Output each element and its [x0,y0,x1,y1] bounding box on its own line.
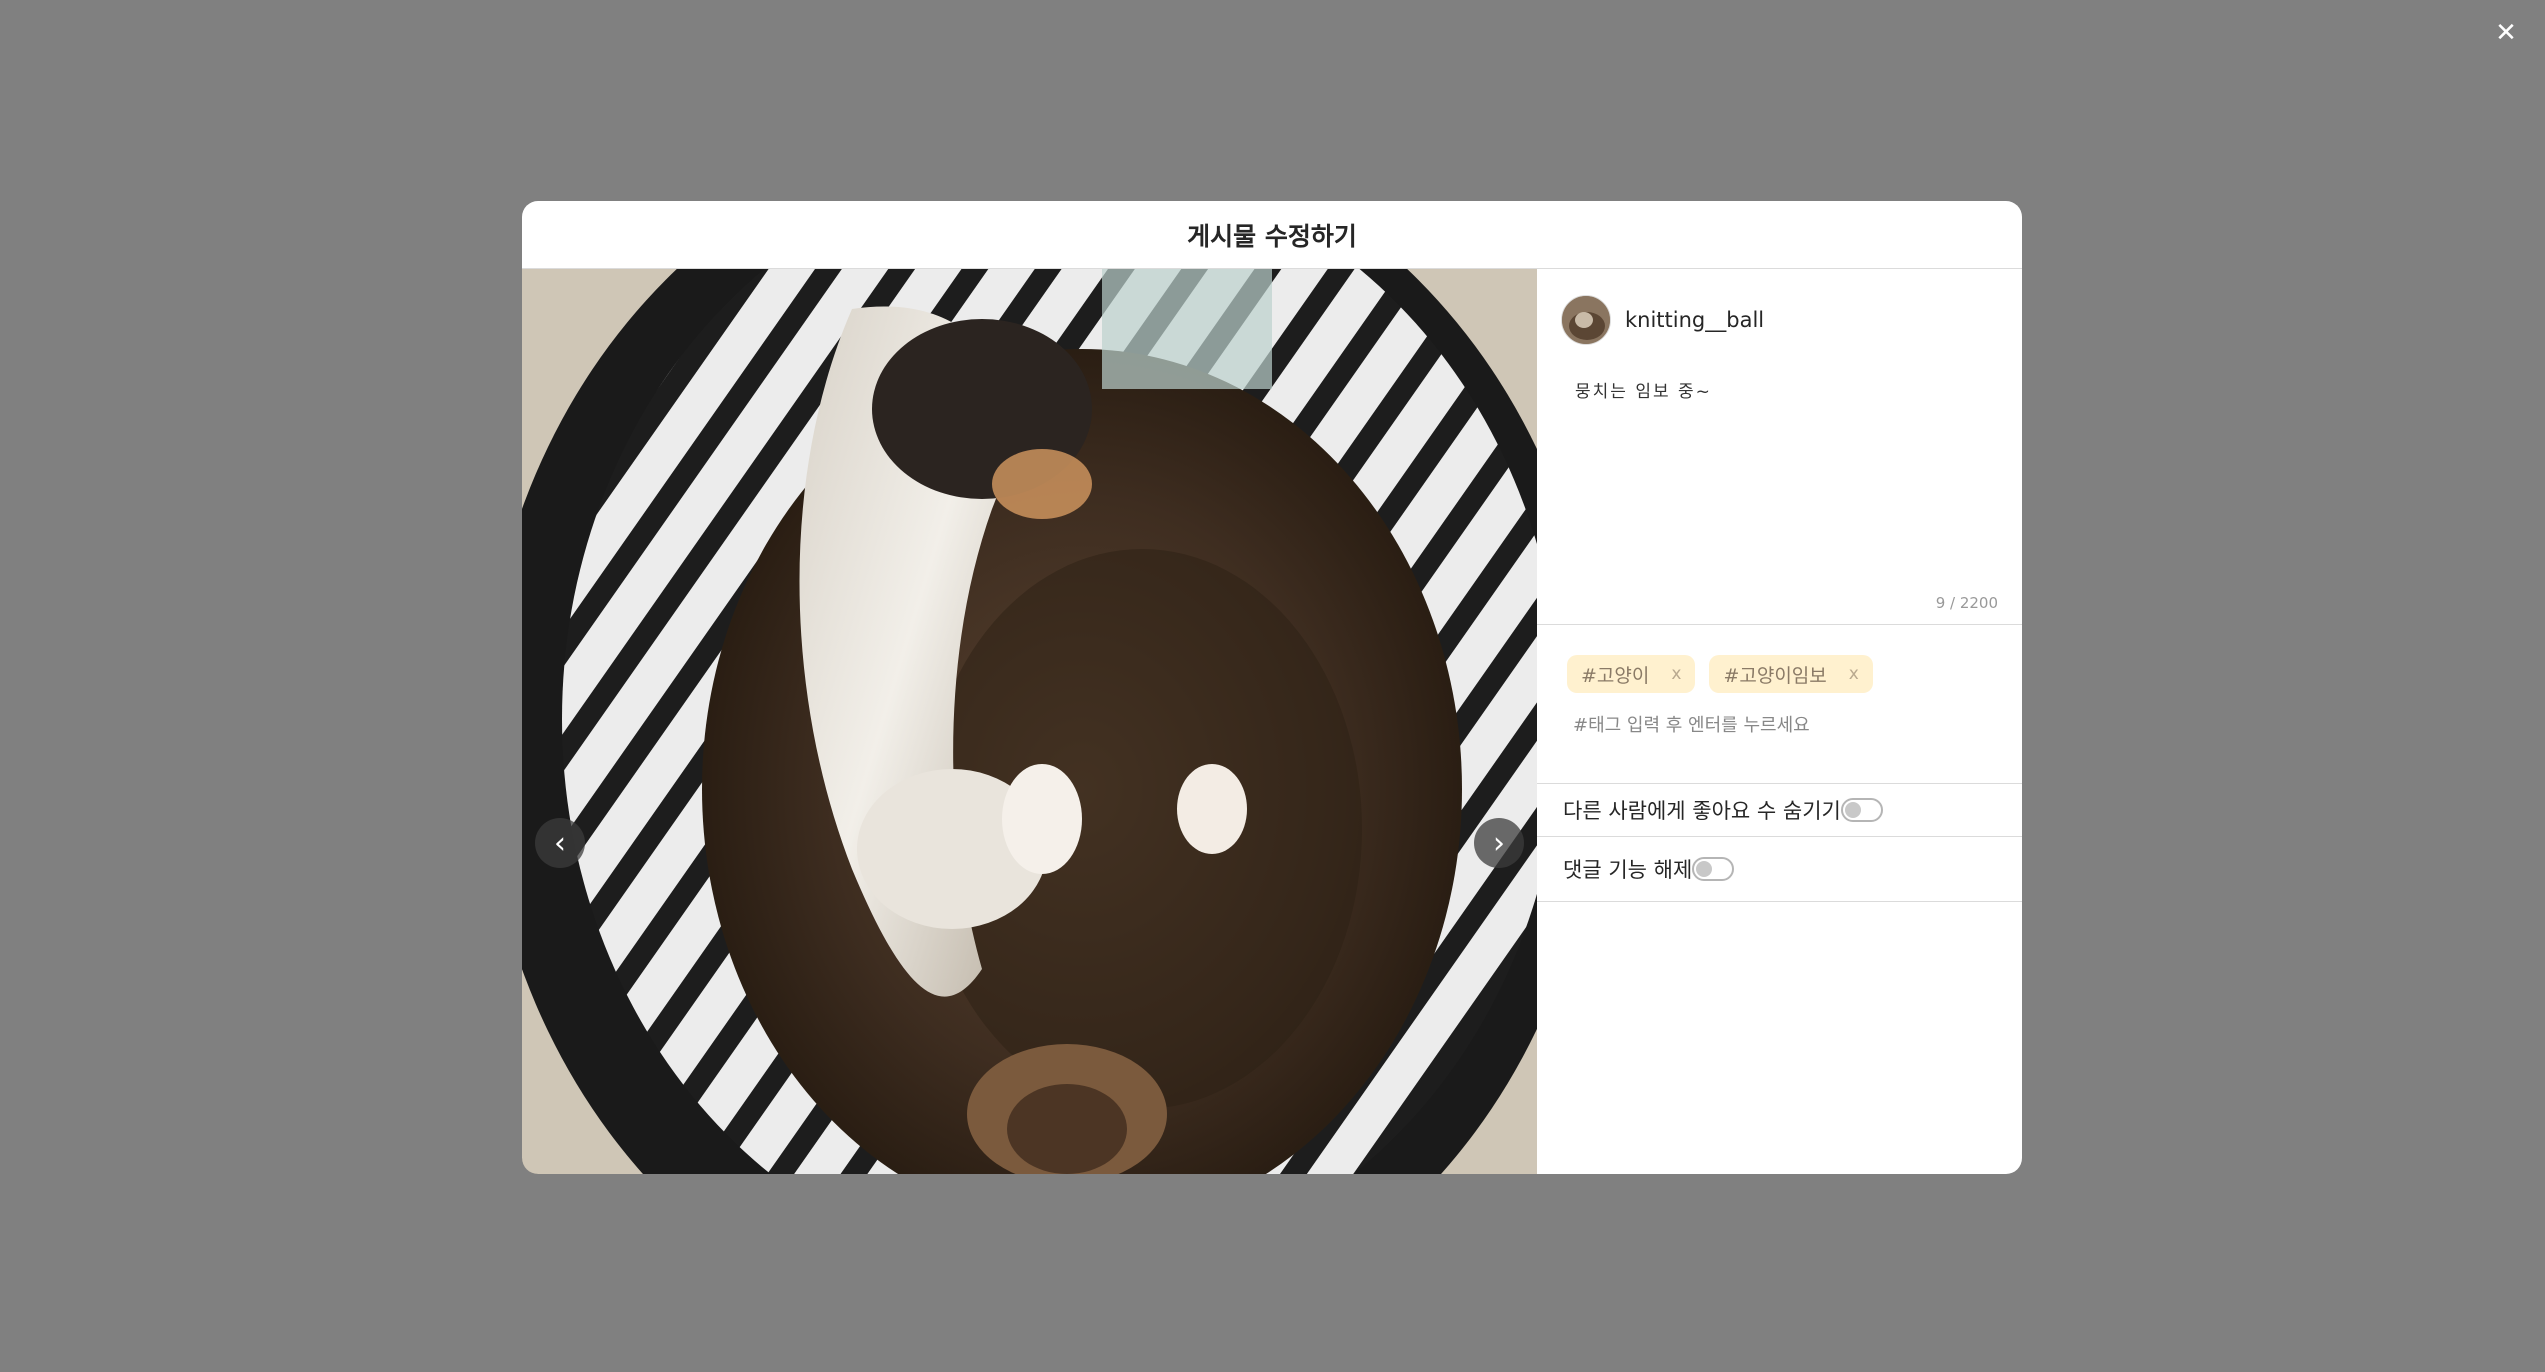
avatar [1561,295,1611,345]
caption-char-count: 9 / 2200 [1935,594,1998,612]
tag-chip: #고양이임보 x [1709,655,1873,693]
hide-likes-option: 다른 사람에게 좋아요 수 숨기기 [1537,784,2022,837]
tags-section: #고양이 x #고양이임보 x [1537,625,2022,784]
next-photo-button[interactable]: › [1474,818,1524,868]
tag-label: #고양이임보 [1723,664,1827,687]
post-photo: ‹ › [522,269,1537,1174]
dialog-title: 게시물 수정하기 [1187,221,1357,251]
tag-chip: #고양이 x [1567,655,1696,693]
caption-section: knitting__ball 뭉치는 임보 중~ 9 / 2200 [1537,269,2022,625]
tag-remove-button[interactable]: x [1849,664,1859,684]
author-row: knitting__ball [1561,295,1998,345]
disable-comments-toggle[interactable] [1692,857,1735,881]
tag-input[interactable] [1567,715,1992,736]
edit-post-dialog: 게시물 수정하기 ‹ › knitting__ball 뭉치는 임보 중~ 9 … [522,201,2022,1174]
tag-label: #고양이 [1581,664,1650,687]
toggle-knob [1844,802,1861,818]
tag-remove-button[interactable]: x [1671,664,1681,684]
tag-list: #고양이 x #고양이임보 x [1567,655,1992,693]
post-details-panel: knitting__ball 뭉치는 임보 중~ 9 / 2200 #고양이 x… [1537,269,2022,1174]
dialog-header: 게시물 수정하기 [522,201,2022,269]
close-button[interactable]: ✕ [2491,18,2521,48]
disable-comments-option: 댓글 기능 해제 [1537,837,2022,902]
caption-input[interactable]: 뭉치는 임보 중~ [1575,377,1998,402]
hide-likes-toggle[interactable] [1840,798,1883,822]
toggle-knob [1696,861,1713,877]
cats-photo-image [522,269,1537,1174]
disable-comments-label: 댓글 기능 해제 [1563,858,1693,882]
dialog-body: ‹ › knitting__ball 뭉치는 임보 중~ 9 / 2200 #고… [522,269,2022,1174]
author-username: knitting__ball [1625,308,1765,332]
previous-photo-button[interactable]: ‹ [535,818,585,868]
hide-likes-label: 다른 사람에게 좋아요 수 숨기기 [1563,799,1841,823]
avatar-image [1562,296,1610,344]
